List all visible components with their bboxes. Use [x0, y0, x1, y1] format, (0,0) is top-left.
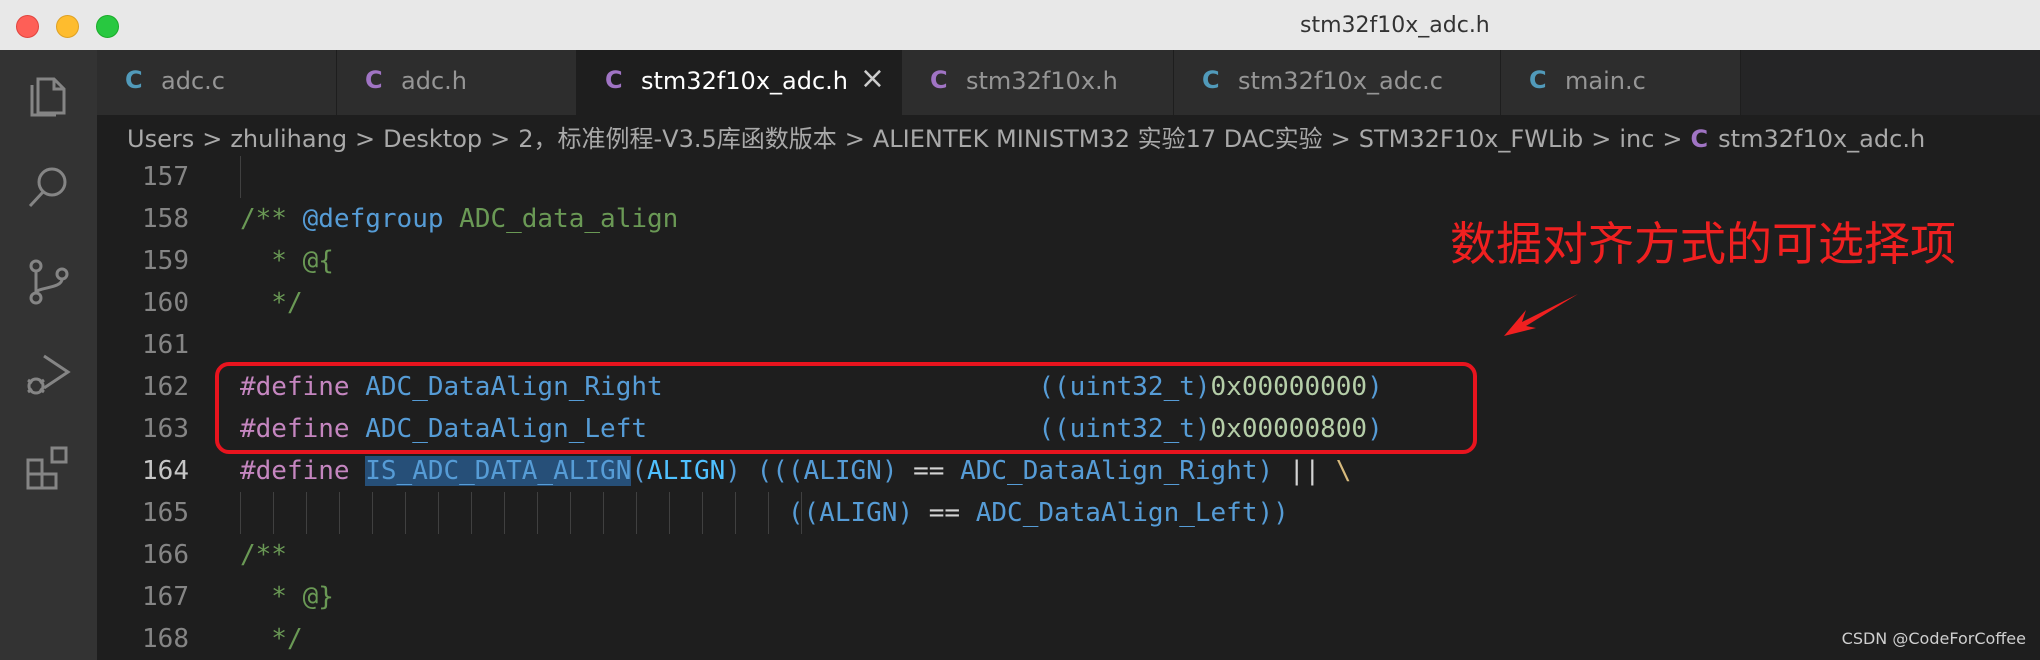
code-text: #define IS_ADC_DATA_ALIGN(ALIGN) (((ALIG…: [240, 456, 1352, 486]
c-header-file-icon: C: [930, 66, 948, 94]
search-icon[interactable]: [22, 160, 76, 214]
c-header-file-icon: C: [365, 66, 383, 94]
code-line: 160 */: [97, 282, 2040, 324]
breadcrumb-separator: >: [1662, 125, 1683, 153]
code-text: * @{: [240, 246, 334, 276]
line-number: 164: [142, 456, 189, 486]
code-line: 167 * @}: [97, 576, 2040, 618]
line-number: 157: [142, 162, 189, 192]
code-text: */: [240, 624, 303, 654]
code-line: 166 /**: [97, 534, 2040, 576]
code-line: 168 */: [97, 618, 2040, 660]
annotation-text: 数据对齐方式的可选择项: [1450, 217, 1956, 271]
tab-label: stm32f10x_adc.c: [1238, 67, 1443, 95]
activity-bar: [0, 50, 97, 660]
code-text: ((ALIGN) == ADC_DataAlign_Left)): [787, 498, 1289, 528]
close-tab-icon[interactable]: ×: [860, 64, 885, 94]
editor-tab-bar: C adc.c C adc.h C stm32f10x_adc.h × C st…: [97, 50, 2040, 115]
breadcrumb-item-inc[interactable]: inc: [1619, 125, 1654, 153]
tab-label: adc.c: [161, 67, 225, 95]
tab-adc-h[interactable]: C adc.h: [337, 50, 577, 115]
line-number: 165: [142, 498, 189, 528]
breadcrumb-separator: >: [490, 125, 511, 153]
breadcrumb-item-project[interactable]: ALIENTEK MINISTM32 实验17 DAC实验: [873, 125, 1323, 153]
breadcrumb-separator: >: [355, 125, 376, 153]
line-number: 166: [142, 540, 189, 570]
line-number: 159: [142, 246, 189, 276]
tab-label: main.c: [1565, 67, 1646, 95]
breadcrumb-separator: >: [1591, 125, 1612, 153]
code-text: /**: [240, 540, 287, 570]
c-file-icon: C: [1202, 66, 1220, 94]
title-bar: stm32f10x_adc.h: [0, 0, 2040, 51]
tab-label: stm32f10x.h: [966, 67, 1118, 95]
extensions-icon[interactable]: [22, 442, 76, 496]
c-file-icon: C: [1529, 66, 1547, 94]
tab-stm32f10x-adc-h[interactable]: C stm32f10x_adc.h ×: [577, 50, 902, 115]
files-icon[interactable]: [22, 67, 76, 121]
annotation-highlight-box: [215, 362, 1477, 454]
breadcrumb-item-fwlib[interactable]: STM32F10x_FWLib: [1359, 125, 1584, 153]
breadcrumb-item-users[interactable]: Users: [127, 125, 194, 153]
code-line: 157: [97, 156, 2040, 198]
line-number: 158: [142, 204, 189, 234]
line-number: 168: [142, 624, 189, 654]
run-debug-icon[interactable]: [22, 348, 76, 402]
breadcrumb-separator: >: [1330, 125, 1351, 153]
breadcrumb-item-desktop[interactable]: Desktop: [383, 125, 482, 153]
line-number: 163: [142, 414, 189, 444]
c-header-file-icon: C: [605, 66, 623, 94]
tab-label: stm32f10x_adc.h: [641, 67, 848, 95]
breadcrumb-item-folder[interactable]: 2，标准例程-V3.5库函数版本: [518, 125, 837, 153]
line-number: 161: [142, 330, 189, 360]
tab-label: adc.h: [401, 67, 467, 95]
watermark: CSDN @CodeForCoffee: [1841, 629, 2026, 648]
code-line-current: 164 #define IS_ADC_DATA_ALIGN(ALIGN) (((…: [97, 450, 2040, 492]
code-text: /** @defgroup ADC_data_align: [240, 204, 679, 234]
annotation-arrow-icon: [1504, 294, 1578, 336]
c-file-icon: C: [125, 66, 143, 94]
line-number: 167: [142, 582, 189, 612]
window-title: stm32f10x_adc.h: [1300, 13, 1490, 38]
tab-stm32f10x-h[interactable]: C stm32f10x.h: [902, 50, 1174, 115]
tab-adc-c[interactable]: C adc.c: [97, 50, 337, 115]
tab-stm32f10x-adc-c[interactable]: C stm32f10x_adc.c: [1174, 50, 1501, 115]
breadcrumb-separator: >: [844, 125, 865, 153]
c-header-file-icon: C: [1690, 125, 1709, 153]
breadcrumb-item-zhulihang[interactable]: zhulihang: [230, 125, 347, 153]
code-line: 161: [97, 324, 2040, 366]
line-number: 162: [142, 372, 189, 402]
code-text: * @}: [240, 582, 334, 612]
code-line: 165 ((ALIGN) == ADC_DataAlign_Left)): [97, 492, 2040, 534]
breadcrumb-item-file[interactable]: stm32f10x_adc.h: [1718, 125, 1925, 153]
breadcrumb-separator: >: [202, 125, 223, 153]
tab-main-c[interactable]: C main.c: [1501, 50, 1741, 115]
source-control-icon[interactable]: [22, 254, 76, 308]
code-text: */: [240, 288, 303, 318]
line-number: 160: [142, 288, 189, 318]
